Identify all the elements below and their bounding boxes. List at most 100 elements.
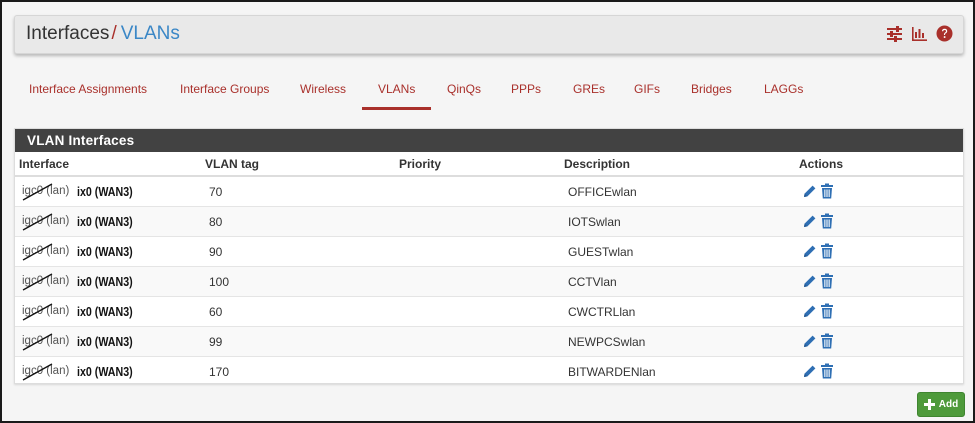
bar-chart-icon[interactable] [911, 25, 928, 42]
interface-cell: igc0 (lan) ix0 (WAN3) [22, 363, 147, 381]
table-row: igc0 (lan) ix0 (WAN3) 99 NEWPCSwlan [15, 327, 963, 357]
strikethrough-mark [22, 273, 53, 291]
row-actions [802, 333, 835, 349]
description-cell: CCTVlan [568, 275, 617, 289]
tab-label: PPPs [511, 82, 542, 96]
description-cell: NEWPCSwlan [568, 335, 646, 349]
interface-cell: igc0 (lan) ix0 (WAN3) [22, 333, 147, 351]
edit-icon[interactable] [802, 213, 817, 229]
breadcrumb-separator: / [111, 23, 117, 44]
table-row: igc0 (lan) ix0 (WAN3) 170 BITWARDENlan [15, 357, 963, 386]
interface-new: ix0 (WAN3) [77, 274, 133, 289]
interface-cell: igc0 (lan) ix0 (WAN3) [22, 213, 147, 231]
vlan-tag-cell: 70 [209, 185, 223, 199]
tab-label: GIFs [634, 82, 660, 96]
tab-interface-assignments[interactable]: Interface Assignments [29, 74, 147, 110]
interface-cell: igc0 (lan) ix0 (WAN3) [22, 273, 147, 291]
tab-interface-groups[interactable]: Interface Groups [180, 74, 269, 110]
vlan-tag-cell: 170 [209, 365, 230, 379]
interface-cell: igc0 (lan) ix0 (WAN3) [22, 243, 147, 261]
vlan-interfaces-panel: VLAN Interfaces Interface VLAN tag Prior… [14, 128, 964, 384]
delete-icon[interactable] [820, 243, 835, 259]
tab-label: LAGGs [764, 82, 804, 96]
edit-icon[interactable] [802, 243, 817, 259]
interface-new: ix0 (WAN3) [77, 304, 133, 319]
help-icon[interactable] [936, 25, 953, 42]
tab-bridges[interactable]: Bridges [691, 74, 732, 110]
tab-vlans[interactable]: VLANs [362, 74, 432, 110]
strikethrough-mark [22, 303, 53, 321]
vlan-tag-cell: 80 [209, 215, 223, 229]
column-header-description: Description [564, 157, 631, 171]
edit-icon[interactable] [802, 303, 817, 319]
header-icons [886, 25, 953, 42]
interface-cell: igc0 (lan) ix0 (WAN3) [22, 303, 147, 321]
breadcrumb: Interfaces / VLANs [26, 23, 180, 45]
add-button[interactable]: Add [917, 392, 965, 417]
vlan-tag-cell: 60 [209, 305, 223, 319]
vlan-tag-cell: 100 [209, 275, 230, 289]
column-header-priority: Priority [399, 157, 442, 171]
table-row: igc0 (lan) ix0 (WAN3) 80 IOTSwlan [15, 207, 963, 237]
table-row: igc0 (lan) ix0 (WAN3) 70 OFFICEwlan [15, 177, 963, 207]
tab-laggs[interactable]: LAGGs [764, 74, 803, 110]
vlan-tag-cell: 90 [209, 245, 223, 259]
delete-icon[interactable] [820, 183, 835, 199]
interface-new: ix0 (WAN3) [77, 364, 133, 379]
interface-cell: igc0 (lan) ix0 (WAN3) [22, 183, 147, 201]
delete-icon[interactable] [820, 273, 835, 289]
strikethrough-mark [22, 213, 53, 231]
add-button-label: Add [938, 399, 959, 410]
description-cell: OFFICEwlan [568, 185, 637, 199]
table-body: igc0 (lan) ix0 (WAN3) 70 OFFICEwlan igc0 (la… [15, 177, 963, 386]
breadcrumb-parent[interactable]: Interfaces [26, 23, 109, 44]
column-header-actions: Actions [799, 157, 844, 171]
tab-gifs[interactable]: GIFs [634, 74, 660, 110]
table-row: igc0 (lan) ix0 (WAN3) 100 CCTVlan [15, 267, 963, 297]
tab-label: Interface Assignments [29, 82, 148, 96]
tab-gres[interactable]: GREs [573, 74, 605, 110]
delete-icon[interactable] [820, 303, 835, 319]
tab-wireless[interactable]: Wireless [300, 74, 346, 110]
tab-label: GREs [573, 82, 606, 96]
edit-icon[interactable] [802, 363, 817, 379]
tab-label: Wireless [300, 82, 347, 96]
tab-label: VLANs [378, 82, 416, 96]
table-row: igc0 (lan) ix0 (WAN3) 90 GUESTwlan [15, 237, 963, 267]
tab-qinqs[interactable]: QinQs [447, 74, 481, 110]
delete-icon[interactable] [820, 333, 835, 349]
description-cell: GUESTwlan [568, 245, 634, 259]
strikethrough-mark [22, 363, 53, 381]
row-actions [802, 363, 835, 379]
edit-icon[interactable] [802, 273, 817, 289]
column-header-vlan-tag: VLAN tag [205, 157, 259, 171]
row-actions [802, 273, 835, 289]
row-actions [802, 303, 835, 319]
strikethrough-mark [22, 333, 53, 351]
plus-icon [923, 399, 935, 410]
tab-ppps[interactable]: PPPs [511, 74, 541, 110]
tab-bar: Interface Assignments Interface Groups W… [14, 74, 962, 110]
interface-new: ix0 (WAN3) [77, 244, 133, 259]
table-header: Interface VLAN tag Priority Description … [15, 152, 963, 177]
row-actions [802, 213, 835, 229]
tab-label: QinQs [447, 82, 482, 96]
table-row: igc0 (lan) ix0 (WAN3) 60 CWCTRLlan [15, 297, 963, 327]
strikethrough-mark [22, 243, 53, 261]
edit-icon[interactable] [802, 183, 817, 199]
row-actions [802, 183, 835, 199]
sliders-icon[interactable] [886, 25, 903, 42]
edit-icon[interactable] [802, 333, 817, 349]
row-actions [802, 243, 835, 259]
vlan-tag-cell: 99 [209, 335, 223, 349]
description-cell: IOTSwlan [568, 215, 621, 229]
page-header: Interfaces / VLANs [14, 15, 964, 54]
strikethrough-mark [22, 183, 53, 201]
description-cell: BITWARDENlan [568, 365, 656, 379]
breadcrumb-current[interactable]: VLANs [121, 23, 180, 44]
delete-icon[interactable] [820, 213, 835, 229]
interface-new: ix0 (WAN3) [77, 214, 133, 229]
column-header-interface: Interface [19, 157, 70, 171]
delete-icon[interactable] [820, 363, 835, 379]
tab-label: Bridges [691, 82, 732, 96]
